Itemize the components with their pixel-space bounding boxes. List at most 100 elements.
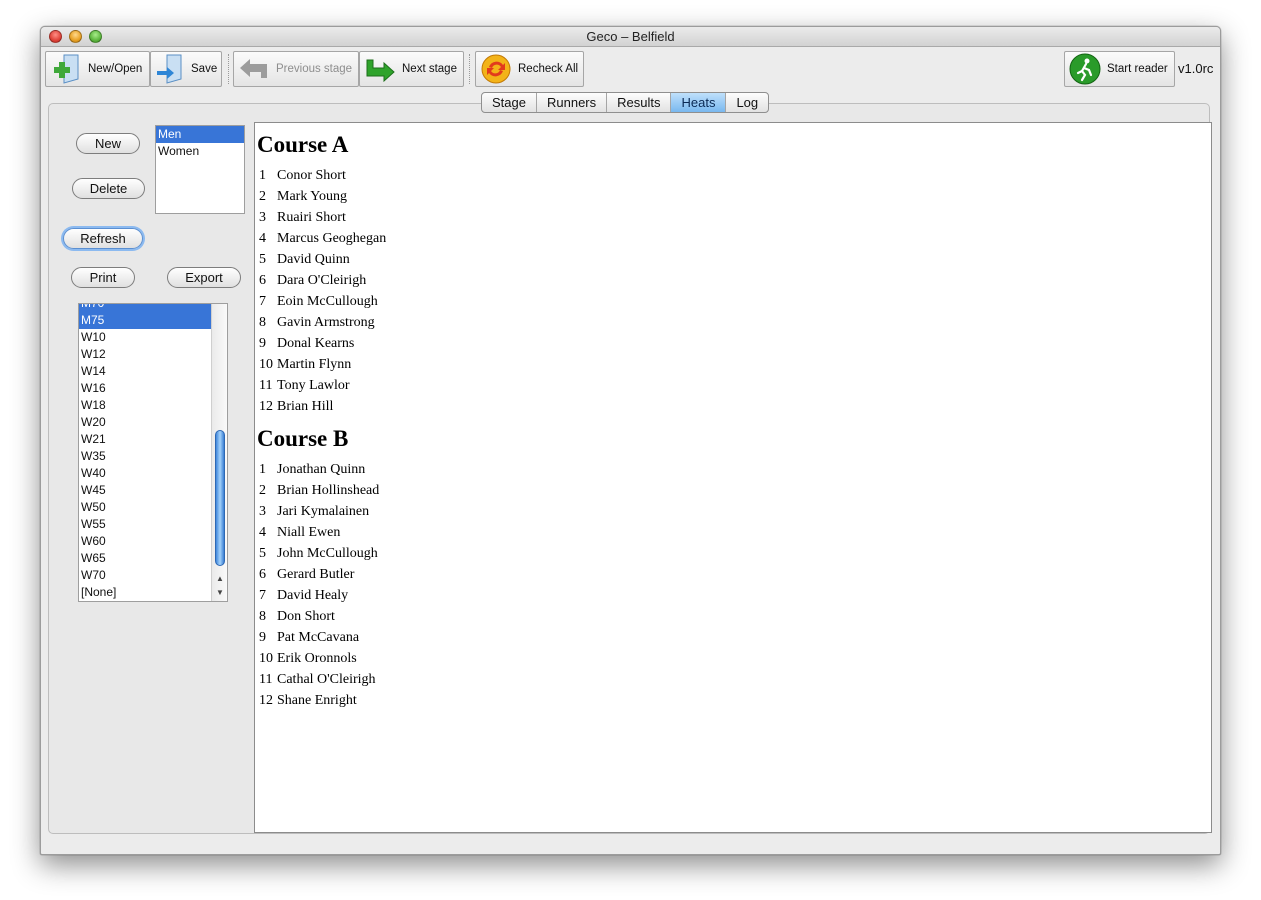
previous-stage-label: Previous stage — [276, 63, 353, 75]
runner-number: 5 — [259, 252, 266, 267]
list-item[interactable]: W60 — [79, 533, 211, 550]
previous-stage-button[interactable]: Previous stage — [233, 51, 359, 87]
print-button[interactable]: Print — [71, 267, 135, 288]
runner-number: 1 — [259, 168, 266, 183]
refresh-button[interactable]: Refresh — [63, 228, 143, 249]
runner-number: 2 — [259, 483, 266, 498]
runner-row: 7 Eoin McCullough — [257, 291, 1211, 312]
list-item[interactable]: W35 — [79, 448, 211, 465]
list-item[interactable]: W55 — [79, 516, 211, 533]
tab-bar: Stage Runners Results Heats Log — [481, 92, 770, 113]
new-heat-button[interactable]: New — [76, 133, 140, 154]
category-scrollbar[interactable]: ▲ ▼ — [211, 304, 227, 601]
new-document-icon — [54, 54, 79, 84]
runner-number: 10 — [259, 357, 273, 372]
scrollbar-thumb[interactable] — [215, 430, 225, 566]
recheck-all-label: Recheck All — [518, 63, 579, 75]
forward-arrow-icon — [366, 59, 395, 82]
runner-number: 11 — [259, 378, 273, 393]
list-item[interactable]: W10 — [79, 329, 211, 346]
save-button[interactable]: Save — [150, 51, 222, 87]
runner-number: 7 — [259, 294, 266, 309]
runner-number: 2 — [259, 189, 266, 204]
runner-row: 10 Erik Oronnols — [257, 648, 1211, 669]
runner-name: Pat McCavana — [277, 630, 360, 645]
list-item[interactable]: M75 — [79, 312, 211, 329]
heat-course-a: Course A 1 Conor Short 2 Mark Young 3 Ruair… — [257, 131, 1211, 417]
runner-row: 11 Tony Lawlor — [257, 375, 1211, 396]
list-item[interactable]: W14 — [79, 363, 211, 380]
heat-set-list[interactable]: Men Women — [155, 125, 245, 214]
runner-number: 3 — [259, 210, 266, 225]
close-window-button[interactable] — [49, 30, 62, 43]
scroll-up-arrow-icon[interactable]: ▲ — [215, 573, 225, 585]
heats-document: Course A 1 Conor Short 2 Mark Young 3 Ruair… — [254, 122, 1212, 833]
runner-name: Donal Kearns — [277, 336, 355, 351]
save-icon — [157, 54, 182, 84]
runner-name: Conor Short — [277, 168, 346, 183]
runner-row: 2 Brian Hollinshead — [257, 480, 1211, 501]
tab-stage[interactable]: Stage — [482, 93, 537, 112]
back-arrow-icon — [240, 59, 267, 78]
new-open-button[interactable]: New/Open — [45, 51, 150, 87]
runner-name: David Quinn — [277, 252, 350, 267]
runner-name: Mark Young — [277, 189, 348, 204]
list-item[interactable]: W45 — [79, 482, 211, 499]
runner-number: 12 — [259, 693, 273, 708]
scroll-down-arrow-icon[interactable]: ▼ — [215, 587, 225, 599]
list-item[interactable]: W16 — [79, 380, 211, 397]
runner-number: 1 — [259, 462, 266, 477]
start-reader-button[interactable]: Start reader — [1064, 51, 1175, 87]
runner-number: 4 — [259, 525, 266, 540]
runner-name: Ruairi Short — [277, 210, 346, 225]
list-item[interactable]: [None] — [79, 584, 211, 601]
list-item[interactable]: W70 — [79, 567, 211, 584]
runner-row: 4 Marcus Geoghegan — [257, 228, 1211, 249]
runner-row: 6 Dara O'Cleirigh — [257, 270, 1211, 291]
list-item[interactable]: W65 — [79, 550, 211, 567]
runner-name: Shane Enright — [277, 693, 357, 708]
list-item[interactable]: W18 — [79, 397, 211, 414]
export-button[interactable]: Export — [167, 267, 241, 288]
runner-name: Jonathan Quinn — [277, 462, 366, 477]
minimize-window-button[interactable] — [69, 30, 82, 43]
tab-heats[interactable]: Heats — [671, 93, 727, 112]
list-item[interactable]: W40 — [79, 465, 211, 482]
list-item[interactable]: Women — [156, 143, 244, 160]
version-label: v1.0rc — [1178, 61, 1214, 76]
runner-number: 9 — [259, 630, 266, 645]
tab-results[interactable]: Results — [607, 93, 672, 112]
list-item[interactable]: W12 — [79, 346, 211, 363]
runner-row: 8 Gavin Armstrong — [257, 312, 1211, 333]
runner-name: Brian Hill — [277, 399, 334, 414]
tab-log[interactable]: Log — [726, 93, 768, 112]
delete-heat-button[interactable]: Delete — [72, 178, 145, 199]
runner-row: 6 Gerard Butler — [257, 564, 1211, 585]
list-item[interactable]: W21 — [79, 431, 211, 448]
runner-name: Niall Ewen — [277, 525, 341, 540]
runner-number: 11 — [259, 672, 273, 687]
next-stage-label: Next stage — [402, 63, 457, 75]
list-item[interactable]: W20 — [79, 414, 211, 431]
runner-row: 12 Brian Hill — [257, 396, 1211, 417]
runner-name: Cathal O'Cleirigh — [277, 672, 376, 687]
toolbar-separator — [228, 54, 230, 84]
runner-name: Erik Oronnols — [277, 651, 357, 666]
list-item[interactable]: W50 — [79, 499, 211, 516]
window-title: Geco – Belfield — [586, 29, 675, 44]
recheck-all-button[interactable]: Recheck All — [475, 51, 584, 87]
list-item[interactable]: Men — [156, 126, 244, 143]
runner-name: Tony Lawlor — [277, 378, 350, 393]
toolbar-separator — [469, 54, 471, 84]
runner-name: Marcus Geoghegan — [277, 231, 387, 246]
runner-number: 4 — [259, 231, 266, 246]
list-item[interactable]: M70 — [79, 304, 211, 312]
runner-number: 10 — [259, 651, 273, 666]
runner-row: 9 Pat McCavana — [257, 627, 1211, 648]
category-list[interactable]: M70 M75 W10 W12 W14 W16 W18 W20 W21 W35 … — [78, 303, 228, 602]
tab-runners[interactable]: Runners — [537, 93, 608, 112]
runner-name: Eoin McCullough — [277, 294, 378, 309]
zoom-window-button[interactable] — [89, 30, 102, 43]
next-stage-button[interactable]: Next stage — [359, 51, 464, 87]
runner-number: 3 — [259, 504, 266, 519]
